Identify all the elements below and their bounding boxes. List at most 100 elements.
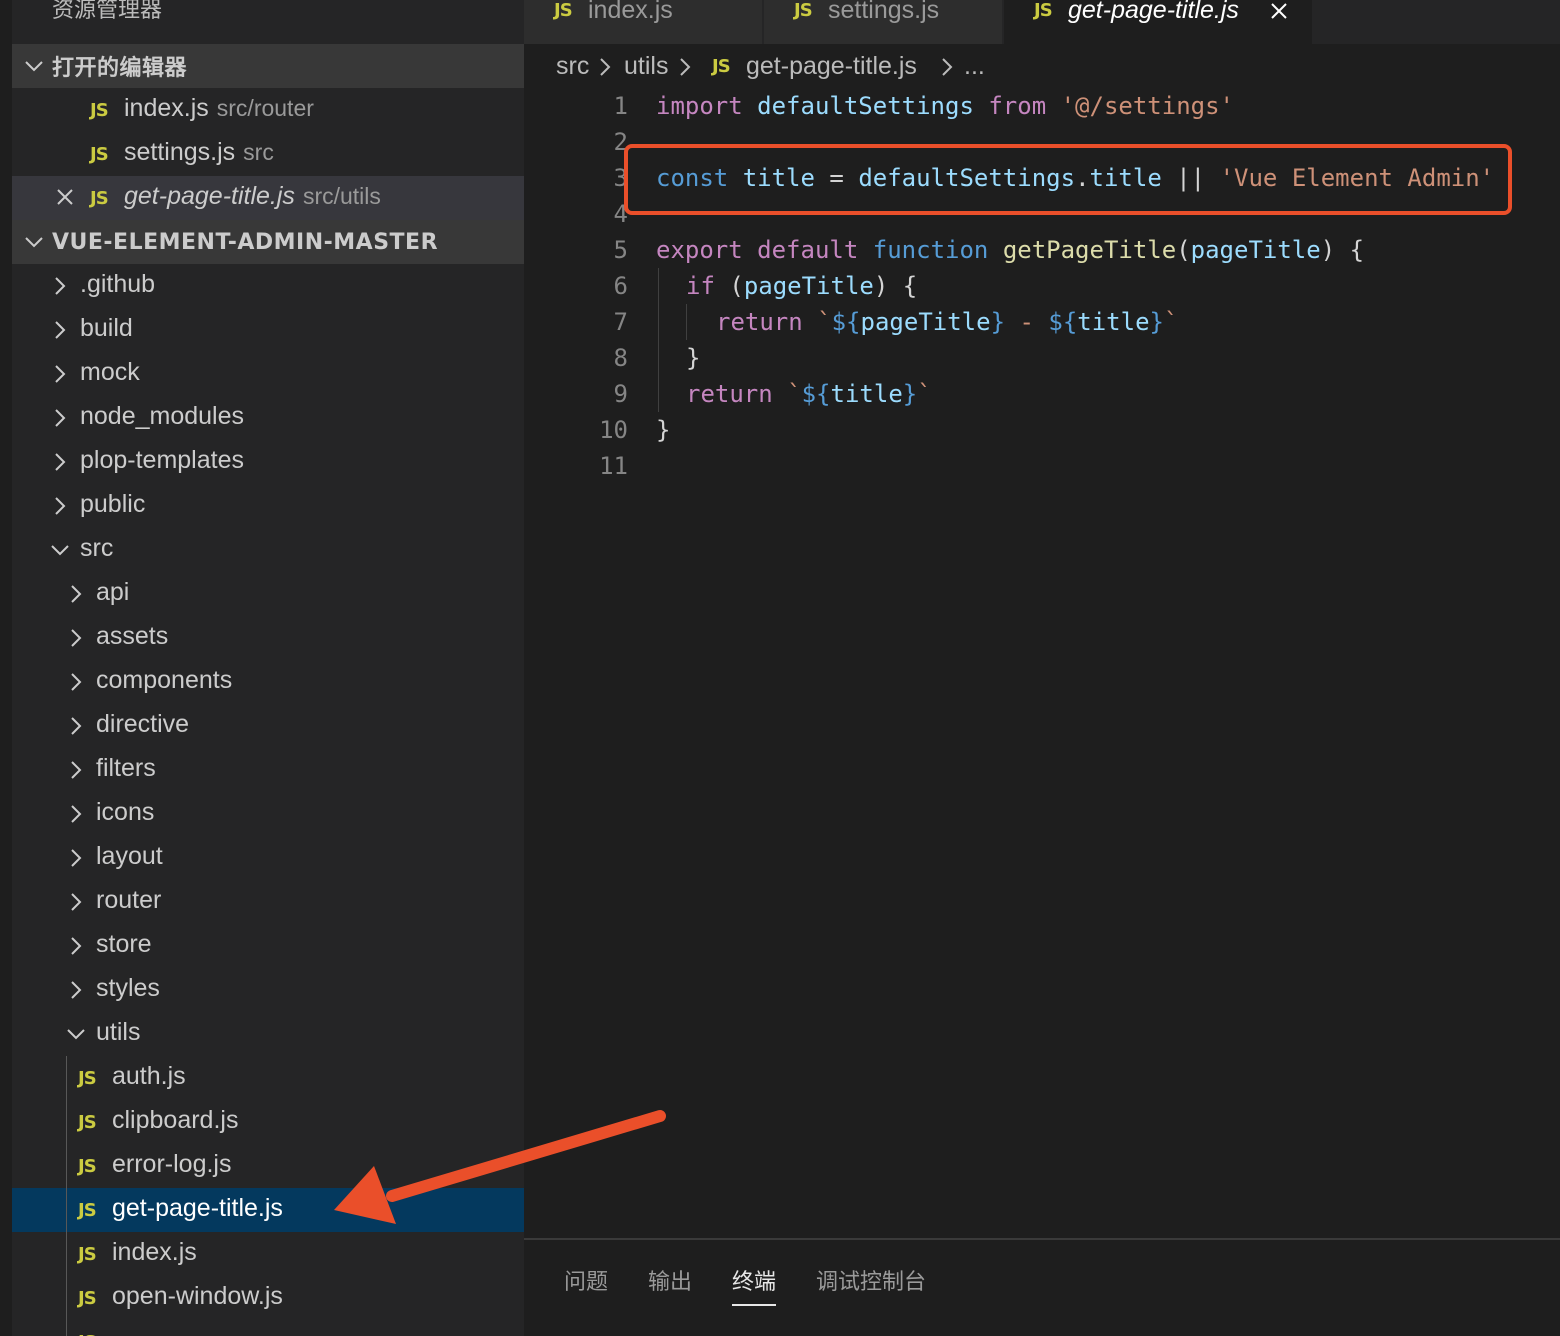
js-file-icon: JS: [712, 56, 731, 77]
code-token: '@/settings': [1060, 92, 1234, 120]
line-number: 7: [613, 308, 628, 336]
folder-item[interactable]: build: [12, 308, 524, 352]
folder-item[interactable]: router: [12, 880, 524, 924]
chevron-right-icon: [71, 893, 82, 911]
folder-item[interactable]: directive: [12, 704, 524, 748]
code-token: title: [830, 380, 903, 408]
file-name: clipboard.js: [112, 1106, 239, 1134]
folder-name: mock: [80, 358, 140, 386]
breadcrumb-item[interactable]: ...: [964, 52, 985, 81]
file-item[interactable]: JS auth.js: [12, 1056, 524, 1100]
folder-item[interactable]: .github: [12, 264, 524, 308]
js-file-icon: JS: [794, 0, 813, 21]
chevron-right-icon: [71, 849, 82, 867]
chevron-right-icon: [942, 58, 953, 76]
line-number: 5: [613, 236, 628, 264]
file-item[interactable]: JS clipboard.js: [12, 1100, 524, 1144]
folder-name: node_modules: [80, 402, 245, 430]
folder-item[interactable]: store: [12, 924, 524, 968]
js-file-icon: JS: [1034, 0, 1053, 21]
open-editors-header[interactable]: 打开的编辑器: [12, 44, 524, 88]
folder-item[interactable]: mock: [12, 352, 524, 396]
breadcrumb-item[interactable]: utils: [624, 52, 668, 81]
code-token: }: [990, 308, 1006, 336]
panel-tab-output[interactable]: 输出: [648, 1264, 692, 1296]
panel-tab-debug-console[interactable]: 调试控制台: [816, 1264, 926, 1296]
folder-item[interactable]: node_modules: [12, 396, 524, 440]
indent-guide: [658, 268, 659, 412]
chevron-right-icon: [55, 497, 66, 515]
tab-index-js[interactable]: JS index.js: [524, 0, 762, 44]
code-token: }: [686, 344, 701, 372]
folder-name: plop-templates: [80, 446, 244, 474]
code-token: title: [1077, 308, 1150, 336]
code-token: -: [1005, 308, 1049, 336]
folder-item-utils[interactable]: utils: [12, 1012, 524, 1056]
folder-item[interactable]: components: [12, 660, 524, 704]
file-item[interactable]: JS error-log.js: [12, 1144, 524, 1188]
code-line-6: if (pageTitle) {: [686, 272, 917, 300]
folder-name: src: [80, 534, 114, 562]
chevron-right-icon: [71, 673, 82, 691]
breadcrumb-item[interactable]: src: [556, 52, 589, 81]
line-number: 11: [599, 452, 628, 480]
highlight-box: [624, 144, 1512, 215]
project-header[interactable]: VUE-ELEMENT-ADMIN-MASTER: [12, 220, 524, 264]
folder-item[interactable]: api: [12, 572, 524, 616]
tab-label: get-page-title.js: [1068, 0, 1239, 24]
chevron-down-icon: [25, 61, 43, 72]
folder-name: filters: [96, 754, 156, 782]
tab-settings-js[interactable]: JS settings.js: [764, 0, 1002, 44]
folder-item[interactable]: icons: [12, 792, 524, 836]
code-token: pageTitle: [1190, 236, 1321, 264]
code-token: `: [1163, 308, 1179, 336]
folder-name: .github: [80, 270, 156, 298]
code-token: }: [1149, 308, 1164, 336]
open-editor-name: get-page-title.js: [124, 182, 295, 210]
open-editor-item-active[interactable]: JS get-page-title.js src/utils: [12, 176, 524, 220]
file-item[interactable]: JS index.js: [12, 1232, 524, 1276]
chevron-right-icon: [55, 277, 66, 295]
code-token: ) {: [1320, 236, 1365, 264]
code-token: defaultSettings: [757, 92, 974, 120]
close-icon[interactable]: [1268, 0, 1290, 22]
activity-bar-edge: [0, 0, 12, 1336]
code-token: }: [656, 416, 671, 444]
folder-item[interactable]: plop-templates: [12, 440, 524, 484]
folder-name: layout: [96, 842, 163, 870]
open-editor-name: index.js: [124, 94, 209, 122]
js-file-icon: JS: [78, 1244, 97, 1265]
folder-name: components: [96, 666, 233, 694]
js-file-icon: JS: [90, 144, 109, 165]
chevron-right-icon: [680, 58, 691, 76]
code-editor[interactable]: 1 2 3 4 5 6 7 8 9 10 11 import defaultSe…: [524, 88, 1560, 1238]
panel-tab-terminal[interactable]: 终端: [732, 1264, 777, 1306]
folder-name: utils: [96, 1018, 141, 1046]
breadcrumb-item[interactable]: get-page-title.js: [746, 52, 917, 81]
js-file-icon: JS: [78, 1332, 97, 1336]
file-item[interactable]: JS open-window.js: [12, 1276, 524, 1320]
chevron-right-icon: [55, 409, 66, 427]
code-token: default: [757, 236, 859, 264]
folder-item-src[interactable]: src: [12, 528, 524, 572]
line-number: 1: [613, 92, 628, 120]
close-icon[interactable]: [54, 186, 76, 208]
open-editor-path: src/utils: [302, 183, 381, 209]
code-line-1: import defaultSettings from '@/settings': [656, 92, 1234, 120]
folder-item[interactable]: public: [12, 484, 524, 528]
code-token: ${: [1048, 308, 1078, 336]
tab-get-page-title-js[interactable]: JS get-page-title.js: [1004, 0, 1312, 44]
open-editor-item[interactable]: JS settings.js src: [12, 132, 524, 176]
file-item-selected[interactable]: JS get-page-title.js: [12, 1188, 524, 1232]
file-item-partial[interactable]: JS: [12, 1320, 524, 1336]
folder-item[interactable]: styles: [12, 968, 524, 1012]
folder-item[interactable]: layout: [12, 836, 524, 880]
file-name: error-log.js: [112, 1150, 232, 1178]
folder-item[interactable]: filters: [12, 748, 524, 792]
chevron-down-icon: [67, 1029, 85, 1040]
folder-item[interactable]: assets: [12, 616, 524, 660]
code-token: (: [1176, 236, 1191, 264]
code-token: function: [872, 236, 989, 264]
open-editor-item[interactable]: JS index.js src/router: [12, 88, 524, 132]
panel-tab-problems[interactable]: 问题: [564, 1264, 608, 1296]
